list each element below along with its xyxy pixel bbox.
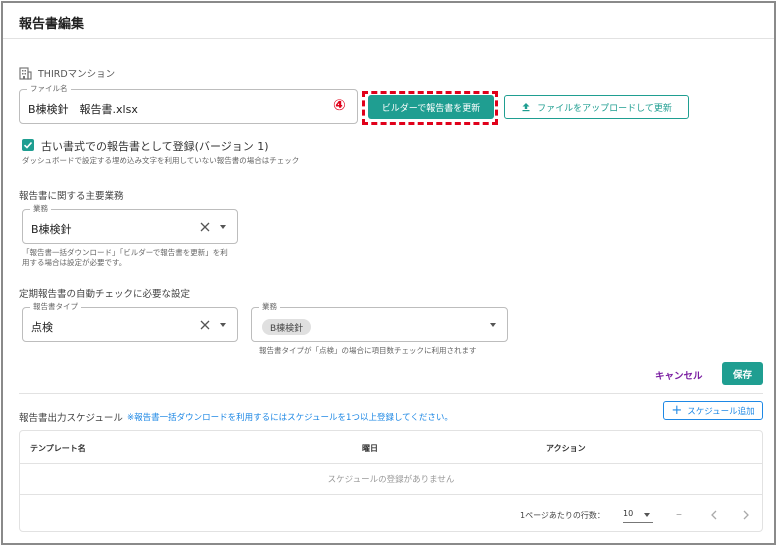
legacy-format-checkbox[interactable]	[22, 139, 34, 151]
chevron-right-icon[interactable]	[742, 510, 750, 520]
upload-update-button[interactable]: ファイルをアップロードして更新	[504, 95, 689, 119]
business-select-value: B棟検針	[31, 223, 72, 236]
add-schedule-label: スケジュール追加	[687, 406, 755, 417]
column-header-weekday[interactable]: 曜日	[362, 443, 378, 454]
check-icon	[23, 141, 33, 149]
table-footer-divider	[20, 494, 762, 495]
business-helper-line2: 用する場合は設定が必要です。	[22, 258, 127, 267]
work-chip[interactable]: B棟検針	[262, 319, 312, 335]
report-type-label: 報告書タイプ	[30, 302, 81, 312]
chevron-down-icon[interactable]	[220, 323, 226, 327]
chevron-down-icon[interactable]	[644, 513, 650, 517]
report-type-value: 点検	[31, 321, 53, 334]
file-name-field[interactable]: ファイル名 B棟検針 報告書.xlsx	[19, 84, 358, 124]
column-header-action[interactable]: アクション	[546, 443, 586, 454]
report-type-select[interactable]: 報告書タイプ 点検	[22, 302, 238, 342]
business-section-title: 報告書に関する主要業務	[19, 191, 124, 202]
step-marker: ④	[333, 96, 346, 114]
page-header: 報告書編集	[3, 3, 774, 39]
upload-icon	[522, 103, 530, 112]
rows-select-underline	[623, 522, 653, 523]
business-select-label: 業務	[30, 204, 51, 214]
business-helper-line1: 「報告書一括ダウンロード」「ビルダーで報告書を更新」を利	[22, 248, 228, 257]
chevron-left-icon[interactable]	[710, 510, 718, 520]
chevron-down-icon[interactable]	[490, 323, 496, 327]
add-schedule-button[interactable]: + スケジュール追加	[663, 401, 763, 420]
property-name: THIRDマンション	[38, 69, 116, 80]
clear-icon[interactable]	[200, 320, 210, 330]
report-edit-window: 報告書編集 THIRDマンション ファイル名 B棟検針 報告書.xlsx ④ ビ…	[1, 1, 776, 545]
file-name-label: ファイル名	[27, 84, 71, 94]
column-header-template[interactable]: テンプレート名	[30, 443, 86, 454]
page-title: 報告書編集	[19, 17, 85, 32]
file-name-value[interactable]: B棟検針 報告書.xlsx	[28, 101, 138, 117]
work-select[interactable]: 業務 B棟検針	[251, 302, 508, 342]
chevron-down-icon[interactable]	[220, 225, 226, 229]
property-row: THIRDマンション	[19, 66, 115, 80]
schedule-table: テンプレート名 曜日 アクション スケジュールの登録がありません 1ページあたり…	[19, 430, 763, 532]
rows-per-page-label: 1ページあたりの行数：	[520, 511, 605, 520]
clear-icon[interactable]	[200, 222, 210, 232]
upload-update-label: ファイルをアップロードして更新	[537, 103, 672, 114]
empty-message: スケジュールの登録がありません	[327, 475, 455, 485]
schedule-note: ※報告書一括ダウンロードを利用するにはスケジュールを1つ以上登録してください。	[127, 413, 453, 423]
page-range: –	[676, 507, 682, 521]
work-helper: 報告書タイプが「点検」の場合に項目数チェックに利用されます	[259, 346, 477, 355]
save-button[interactable]: 保存	[722, 362, 763, 385]
cancel-button[interactable]: キャンセル	[655, 368, 703, 382]
building-icon	[19, 66, 32, 80]
legacy-format-label: 古い書式での報告書として登録(バージョン 1)	[41, 140, 269, 153]
schedule-title: 報告書出力スケジュール	[19, 413, 123, 424]
builder-update-button[interactable]: ビルダーで報告書を更新	[368, 95, 494, 119]
section-divider	[19, 393, 763, 394]
auto-check-section-title: 定期報告書の自動チェックに必要な設定	[19, 289, 191, 300]
plus-icon: +	[671, 403, 683, 418]
work-select-label: 業務	[259, 302, 280, 312]
business-select[interactable]: 業務 B棟検針	[22, 204, 238, 244]
legacy-format-helper: ダッシュボードで設定する埋め込み文字を利用していない報告書の場合はチェック	[22, 156, 300, 165]
